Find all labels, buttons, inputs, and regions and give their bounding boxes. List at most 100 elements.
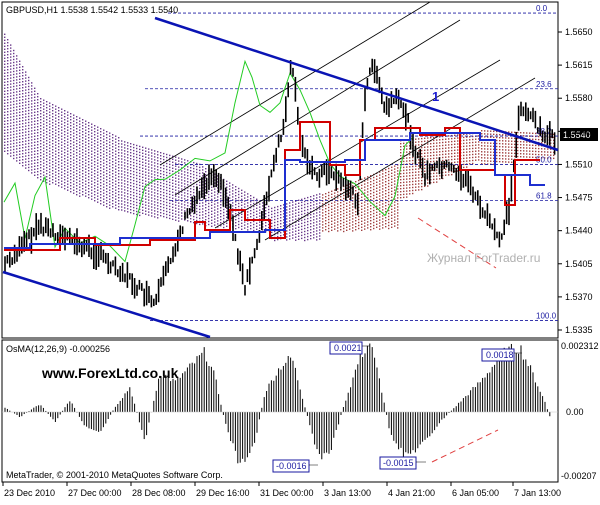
cloud-dot [139, 169, 141, 172]
cloud-dot [304, 200, 306, 203]
cloud-dot [247, 196, 249, 198]
cloud-dot [46, 179, 48, 181]
cloud-dot [376, 220, 378, 222]
cloud-dot [88, 161, 90, 163]
cloud-dot [16, 64, 18, 66]
cloud-dot [265, 210, 267, 212]
cloud-dot [340, 229, 342, 231]
cloud-dot [277, 217, 279, 220]
price-tick-label: 1.5370 [565, 292, 593, 302]
osma-y-tick-bottom: -0.00207 [561, 471, 597, 481]
cloud-dot [139, 193, 141, 196]
cloud-dot [34, 141, 36, 143]
cloud-dot [31, 91, 33, 93]
cloud-dot [382, 197, 384, 199]
cloud-dot [433, 157, 435, 160]
cloud-dot [391, 184, 393, 186]
cloud-dot [274, 230, 276, 233]
cloud-dot [142, 203, 144, 205]
cloud-dot [355, 223, 357, 225]
cloud-dot [235, 222, 237, 224]
cloud-dot [25, 86, 27, 88]
cloud-dot [94, 173, 96, 175]
cloud-dot [10, 62, 12, 64]
cloud-dot [409, 172, 411, 174]
cloud-dot [124, 171, 126, 173]
cloud-dot [142, 206, 144, 208]
cloud-dot [343, 194, 345, 197]
cloud-dot [382, 224, 384, 226]
cloud-dot [457, 146, 459, 148]
cloud-dot [166, 204, 168, 207]
cloud-dot [139, 190, 141, 193]
cloud-dot [385, 208, 387, 210]
cloud-dot [61, 174, 63, 176]
cloud-dot [439, 154, 441, 156]
cloud-dot [157, 214, 159, 216]
cloud-dot [100, 128, 102, 130]
cloud-dot [439, 139, 441, 141]
cloud-dot [430, 152, 432, 154]
cloud-dot [19, 147, 21, 149]
cloud-dot [340, 223, 342, 225]
cloud-dot [367, 203, 369, 205]
cloud-dot [94, 182, 96, 184]
cloud-dot [4, 126, 6, 128]
cloud-dot [427, 137, 429, 139]
cloud-dot [178, 208, 180, 210]
cloud-dot [388, 224, 390, 227]
cloud-dot [520, 150, 522, 152]
price-tick-label: 1.5335 [565, 325, 593, 335]
cloud-dot [220, 219, 222, 221]
cloud-dot [157, 163, 159, 165]
cloud-dot [13, 88, 15, 91]
cloud-dot [238, 193, 240, 196]
cloud-dot [157, 166, 159, 168]
cloud-dot [178, 178, 180, 180]
cloud-dot [145, 201, 147, 203]
cloud-dot [370, 208, 372, 210]
cloud-dot [13, 73, 15, 76]
cloud-dot [61, 144, 63, 146]
cloud-dot [88, 185, 90, 187]
cloud-dot [52, 104, 54, 106]
cloud-dot [310, 232, 312, 234]
cloud-dot [334, 192, 336, 194]
cloud-dot [334, 225, 336, 227]
cloud-dot [145, 147, 147, 149]
cloud-dot [25, 152, 27, 154]
cloud-dot [211, 204, 213, 206]
cloud-dot [418, 138, 420, 140]
cloud-dot [358, 215, 360, 218]
cloud-dot [136, 198, 138, 201]
cloud-dot [457, 158, 459, 160]
cloud-dot [22, 69, 24, 71]
cloud-dot [376, 184, 378, 186]
cloud-dot [31, 127, 33, 129]
cloud-dot [88, 149, 90, 151]
cloud-dot [364, 189, 366, 191]
cloud-dot [457, 137, 459, 139]
cloud-dot [196, 183, 198, 186]
cloud-dot [298, 205, 300, 207]
cloud-dot [109, 168, 111, 170]
cloud-dot [25, 137, 27, 139]
cloud-dot [10, 140, 12, 142]
cloud-dot [334, 213, 336, 215]
cloud-dot [70, 146, 72, 148]
chart-canvas[interactable]: 0.023.638.250.061.8100.0 1.5540 1.56501.… [0, 0, 600, 500]
cloud-dot [256, 216, 258, 218]
cloud-dot [487, 142, 489, 144]
cloud-dot [301, 231, 303, 234]
cloud-dot [364, 177, 366, 179]
cloud-dot [178, 193, 180, 195]
cloud-dot [178, 202, 180, 204]
cloud-dot [10, 107, 12, 109]
cloud-dot [322, 227, 324, 229]
cloud-dot [34, 135, 36, 137]
cloud-dot [280, 235, 282, 237]
cloud-dot [409, 175, 411, 177]
cloud-dot [394, 222, 396, 224]
cloud-dot [79, 162, 81, 164]
cloud-dot [331, 193, 333, 195]
